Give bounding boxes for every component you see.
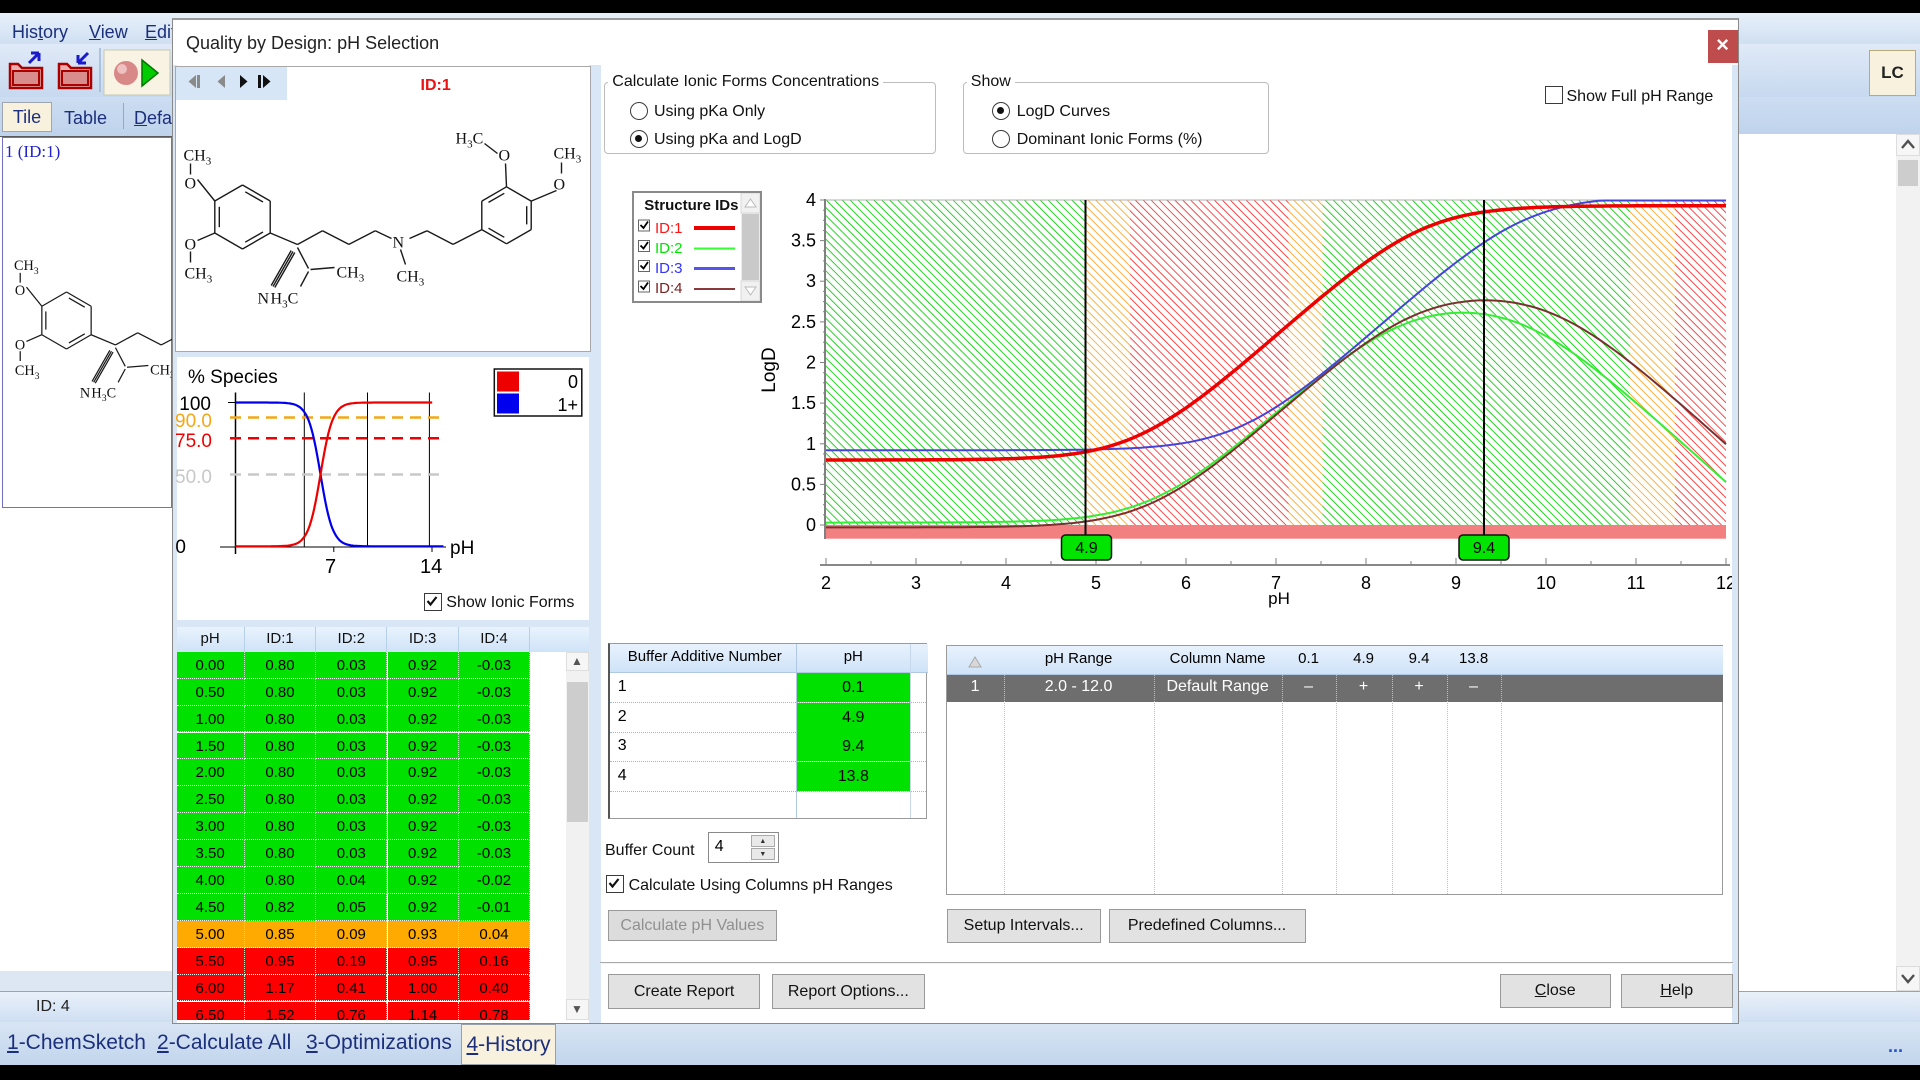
svg-text:3: 3 [911, 573, 921, 593]
svg-text:2: 2 [806, 353, 816, 373]
svg-text:LogD: LogD [759, 347, 780, 392]
svg-text:H3C: H3C [455, 130, 483, 150]
svg-text:N: N [257, 290, 269, 307]
svg-text:0: 0 [175, 537, 186, 558]
svg-text:CH3: CH3 [183, 147, 211, 167]
svg-text:H3C: H3C [91, 385, 116, 404]
svg-text:H3C: H3C [270, 290, 298, 310]
svg-text:% Species: % Species [188, 367, 278, 388]
svg-text:3.5: 3.5 [791, 231, 816, 251]
svg-text:1+: 1+ [557, 395, 578, 415]
svg-text:4: 4 [1001, 573, 1011, 593]
svg-text:1.5: 1.5 [791, 393, 816, 413]
svg-text:CH3: CH3 [14, 258, 39, 277]
svg-text:50.0: 50.0 [175, 467, 212, 488]
svg-text:5: 5 [1091, 573, 1101, 593]
svg-text:9: 9 [1451, 573, 1461, 593]
svg-text:8: 8 [1361, 573, 1371, 593]
svg-text:N: N [80, 385, 90, 401]
svg-text:O: O [184, 236, 196, 253]
svg-text:pH: pH [450, 538, 474, 559]
svg-text:2.5: 2.5 [791, 312, 816, 332]
svg-text:0.5: 0.5 [791, 474, 816, 494]
svg-text:O: O [553, 176, 565, 193]
svg-text:12: 12 [1716, 573, 1732, 593]
svg-text:4.9: 4.9 [1075, 540, 1097, 557]
svg-text:CH3: CH3 [553, 145, 581, 165]
svg-text:O: O [15, 283, 25, 299]
svg-text:3: 3 [806, 271, 816, 291]
svg-text:CH3: CH3 [396, 268, 424, 288]
svg-text:9.4: 9.4 [1473, 540, 1495, 557]
svg-text:2: 2 [821, 573, 831, 593]
svg-text:O: O [498, 147, 510, 164]
svg-text:1: 1 [806, 434, 816, 454]
svg-text:CH3: CH3 [150, 362, 172, 381]
svg-text:O: O [15, 337, 25, 353]
svg-text:10: 10 [1536, 573, 1556, 593]
svg-text:75.0: 75.0 [175, 431, 212, 452]
svg-text:11: 11 [1627, 573, 1646, 593]
svg-text:CH3: CH3 [184, 265, 212, 285]
svg-text:0: 0 [806, 515, 816, 535]
svg-text:O: O [184, 175, 196, 192]
svg-text:CH3: CH3 [15, 363, 40, 382]
svg-text:CH3: CH3 [336, 264, 364, 284]
svg-text:14: 14 [420, 556, 442, 578]
svg-text:6: 6 [1181, 573, 1191, 593]
svg-text:pH: pH [1268, 589, 1290, 608]
svg-text:90.0: 90.0 [175, 411, 212, 432]
svg-text:N: N [392, 234, 404, 251]
svg-text:0: 0 [568, 372, 578, 392]
svg-text:7: 7 [325, 556, 336, 578]
svg-text:4: 4 [806, 190, 816, 210]
